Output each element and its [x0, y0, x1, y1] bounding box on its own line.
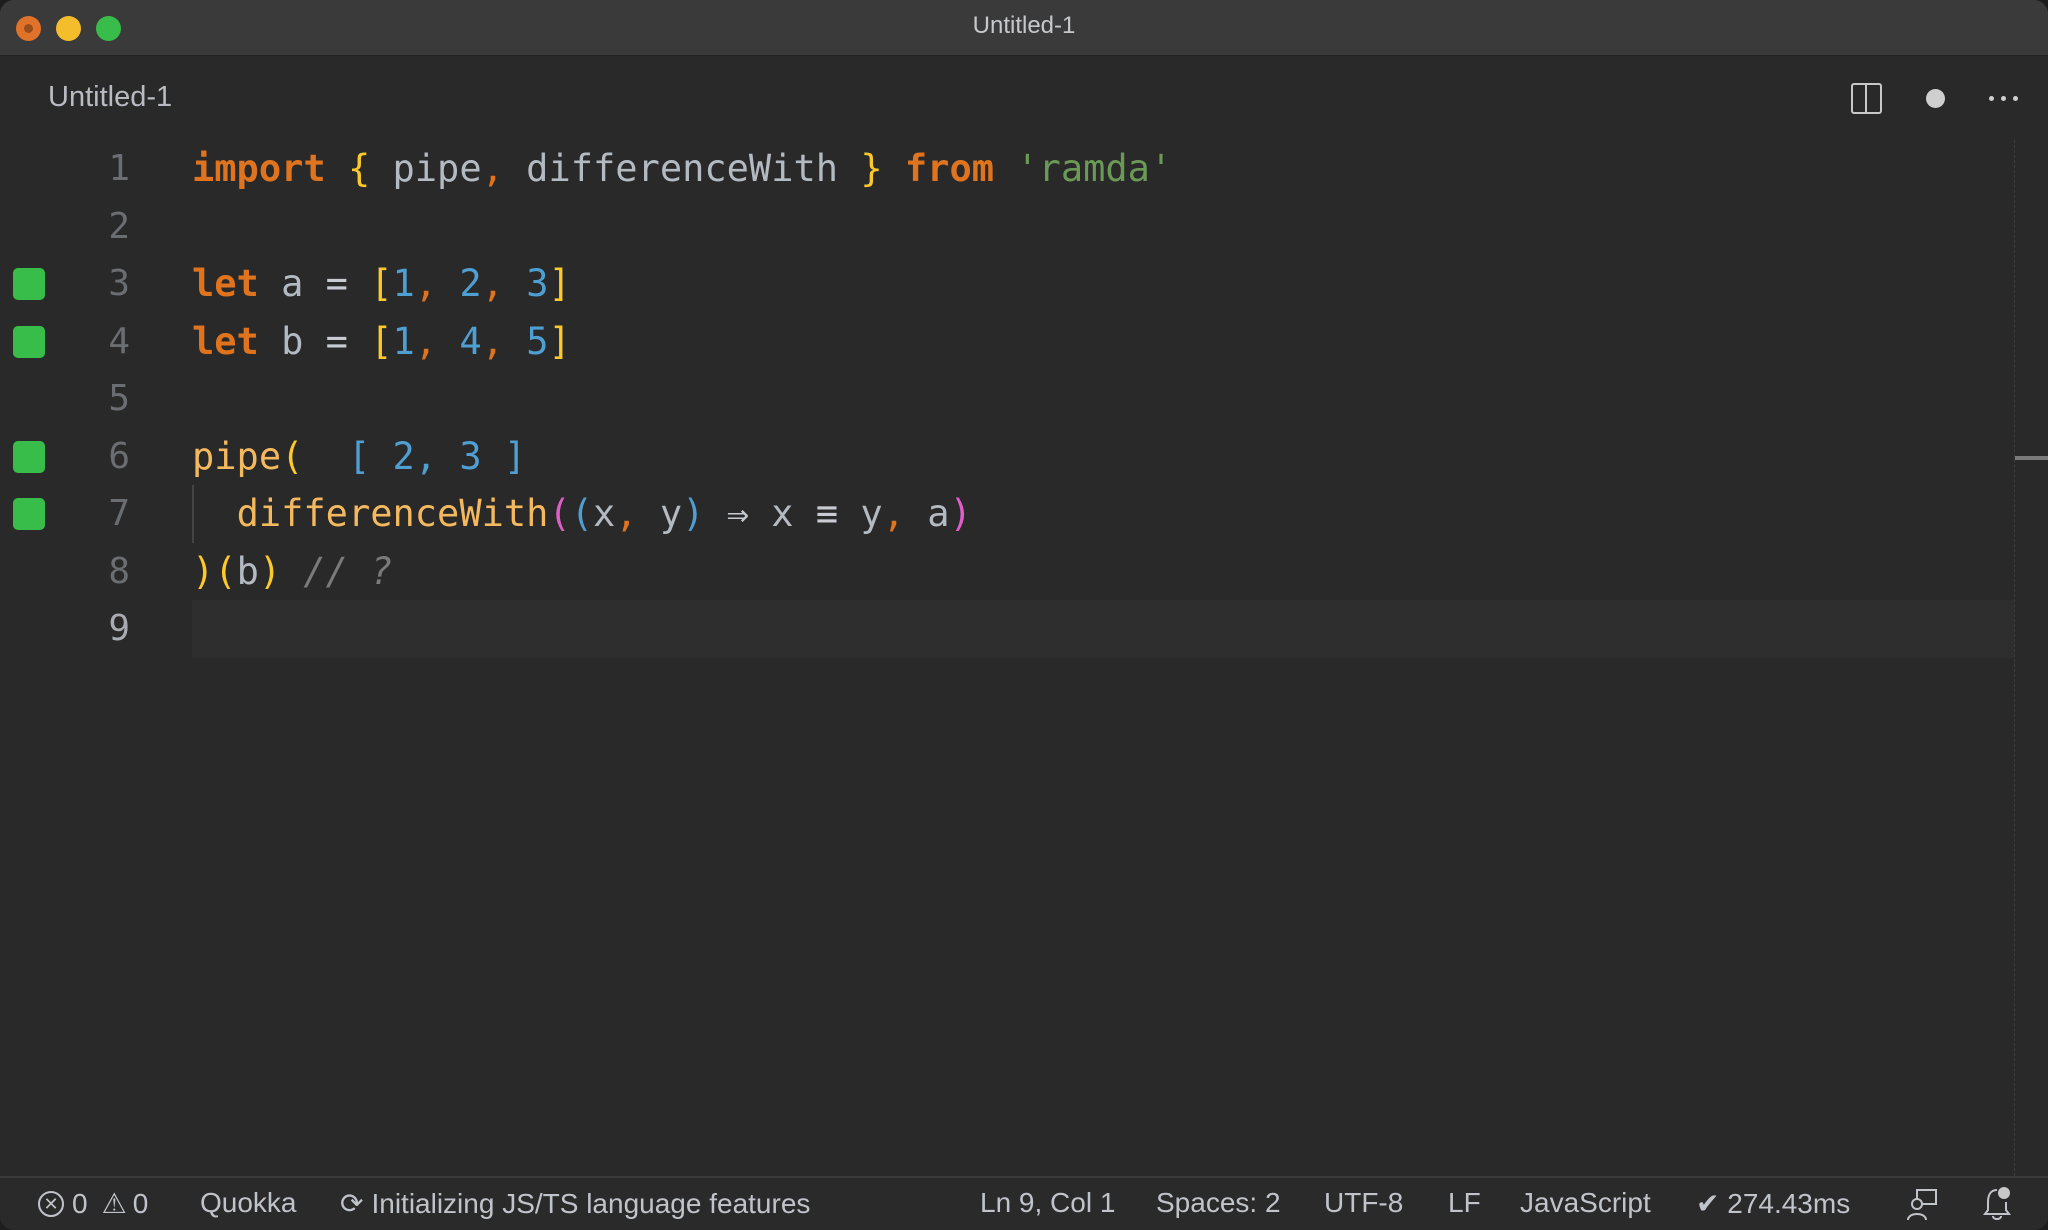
language-progress[interactable]: ⟳ Initializing JS/TS language features [340, 1187, 810, 1220]
line-number: 3 [108, 263, 130, 304]
code-text[interactable]: differenceWith((x, y) ⇒ x ≡ y, a) [192, 485, 972, 543]
code-line: 4 let b = [1, 4, 5] [0, 313, 2014, 371]
tab-bar: Untitled-1 [0, 56, 2048, 140]
code-text[interactable]: let a = [1, 2, 3] [192, 255, 571, 313]
code-text[interactable]: import { pipe, differenceWith } from 'ra… [192, 140, 1172, 198]
line-number: 6 [108, 435, 130, 477]
warning-count: 0 [132, 1187, 149, 1219]
error-count: 0 [72, 1187, 88, 1219]
unsaved-dot-icon[interactable] [1926, 88, 1945, 108]
vertical-scrollbar[interactable] [2014, 140, 2048, 1176]
line-number: 9 [108, 608, 130, 649]
notifications-bell-icon[interactable] [1982, 1186, 2012, 1222]
line-number: 4 [108, 320, 130, 362]
coverage-marker[interactable] [13, 498, 45, 530]
feedback-icon[interactable] [1906, 1188, 1938, 1222]
progress-text: Initializing JS/TS language features [371, 1187, 811, 1219]
coverage-marker[interactable] [13, 440, 45, 473]
indentation-setting[interactable]: Spaces: 2 [1156, 1187, 1281, 1219]
code-line: 1 import { pipe, differenceWith } from '… [0, 140, 2014, 198]
line-number: 1 [108, 148, 130, 189]
quokka-inline-result: [ 2, 3 ] [347, 434, 527, 478]
code-text[interactable]: let b = [1, 4, 5] [192, 313, 571, 371]
encoding-setting[interactable]: UTF-8 [1324, 1187, 1403, 1219]
tab-actions [1851, 82, 2018, 114]
eol-setting[interactable]: LF [1448, 1187, 1481, 1219]
problems-indicator[interactable]: ✕ 0 ⚠ 0 [38, 1187, 148, 1220]
tab-untitled-1[interactable]: Untitled-1 [48, 81, 172, 114]
split-editor-icon[interactable] [1851, 82, 1882, 114]
error-icon: ✕ [38, 1190, 64, 1217]
status-bar: ✕ 0 ⚠ 0 Quokka ⟳ Initializing JS/TS lang… [0, 1176, 2048, 1230]
title-bar: Untitled-1 [0, 0, 2048, 56]
editor-window: Untitled-1 Untitled-1 1 import { pipe, d… [0, 0, 2048, 1230]
quokka-timing[interactable]: ✔ 274.43ms [1696, 1187, 1850, 1220]
line-number: 8 [108, 550, 130, 592]
code-line: 8 )(b) // ? [0, 543, 2014, 601]
code-text[interactable]: )(b) // ? [192, 543, 393, 601]
line-number: 7 [108, 493, 130, 534]
code-line: 5 [0, 370, 2014, 428]
code-line: 2 [0, 198, 2014, 256]
indent-guide [192, 485, 194, 543]
cursor-position[interactable]: Ln 9, Col 1 [980, 1187, 1115, 1219]
quokka-status[interactable]: Quokka [200, 1187, 297, 1219]
scrollbar-cursor-marker [2015, 456, 2048, 460]
line-number: 2 [108, 205, 130, 247]
current-line-highlight[interactable] [192, 600, 2014, 658]
more-actions-icon[interactable] [1989, 95, 2018, 101]
code-line: 3 let a = [1, 2, 3] [0, 255, 2014, 313]
coverage-marker[interactable] [13, 268, 45, 300]
coverage-marker[interactable] [13, 325, 45, 358]
code-line: 7 differenceWith((x, y) ⇒ x ≡ y, a) [0, 485, 2014, 543]
code-editor[interactable]: 1 import { pipe, differenceWith } from '… [0, 140, 2048, 1176]
language-mode[interactable]: JavaScript [1520, 1187, 1651, 1219]
line-number: 5 [108, 378, 130, 419]
code-text[interactable]: pipe( [ 2, 3 ] [192, 428, 526, 486]
current-code-line: 9 [0, 600, 2014, 658]
warning-icon: ⚠ [101, 1188, 127, 1219]
code-line: 6 pipe( [ 2, 3 ] [0, 428, 2014, 486]
window-title: Untitled-1 [972, 12, 1076, 39]
sync-icon: ⟳ [340, 1188, 364, 1219]
